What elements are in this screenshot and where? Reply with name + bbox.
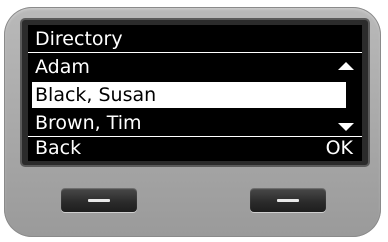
list-item-label: Black, Susan xyxy=(35,84,157,106)
list-item-adam[interactable]: Adam xyxy=(28,53,362,81)
softkey-ok-label[interactable]: OK xyxy=(326,135,353,161)
list-item-black-susan[interactable]: Black, Susan xyxy=(28,81,362,108)
right-softkey-button[interactable] xyxy=(250,188,326,212)
softkey-bar: Back OK xyxy=(28,135,362,161)
list-item-brown-tim[interactable]: Brown, Tim xyxy=(28,109,362,137)
softkey-back-label[interactable]: Back xyxy=(35,135,81,161)
left-softkey-button[interactable] xyxy=(61,188,137,212)
scroll-down-arrow-icon xyxy=(338,123,354,131)
directory-title: Directory xyxy=(35,28,123,50)
minus-icon xyxy=(277,199,299,202)
directory-title-bar: Directory xyxy=(28,25,362,53)
list-item-label: Brown, Tim xyxy=(35,112,142,134)
minus-icon xyxy=(88,199,110,202)
list-item-label: Adam xyxy=(35,56,90,78)
scroll-up-arrow-icon xyxy=(338,62,354,70)
phone-display: Directory Adam Black, Susan Brown, Tim B… xyxy=(28,25,362,161)
